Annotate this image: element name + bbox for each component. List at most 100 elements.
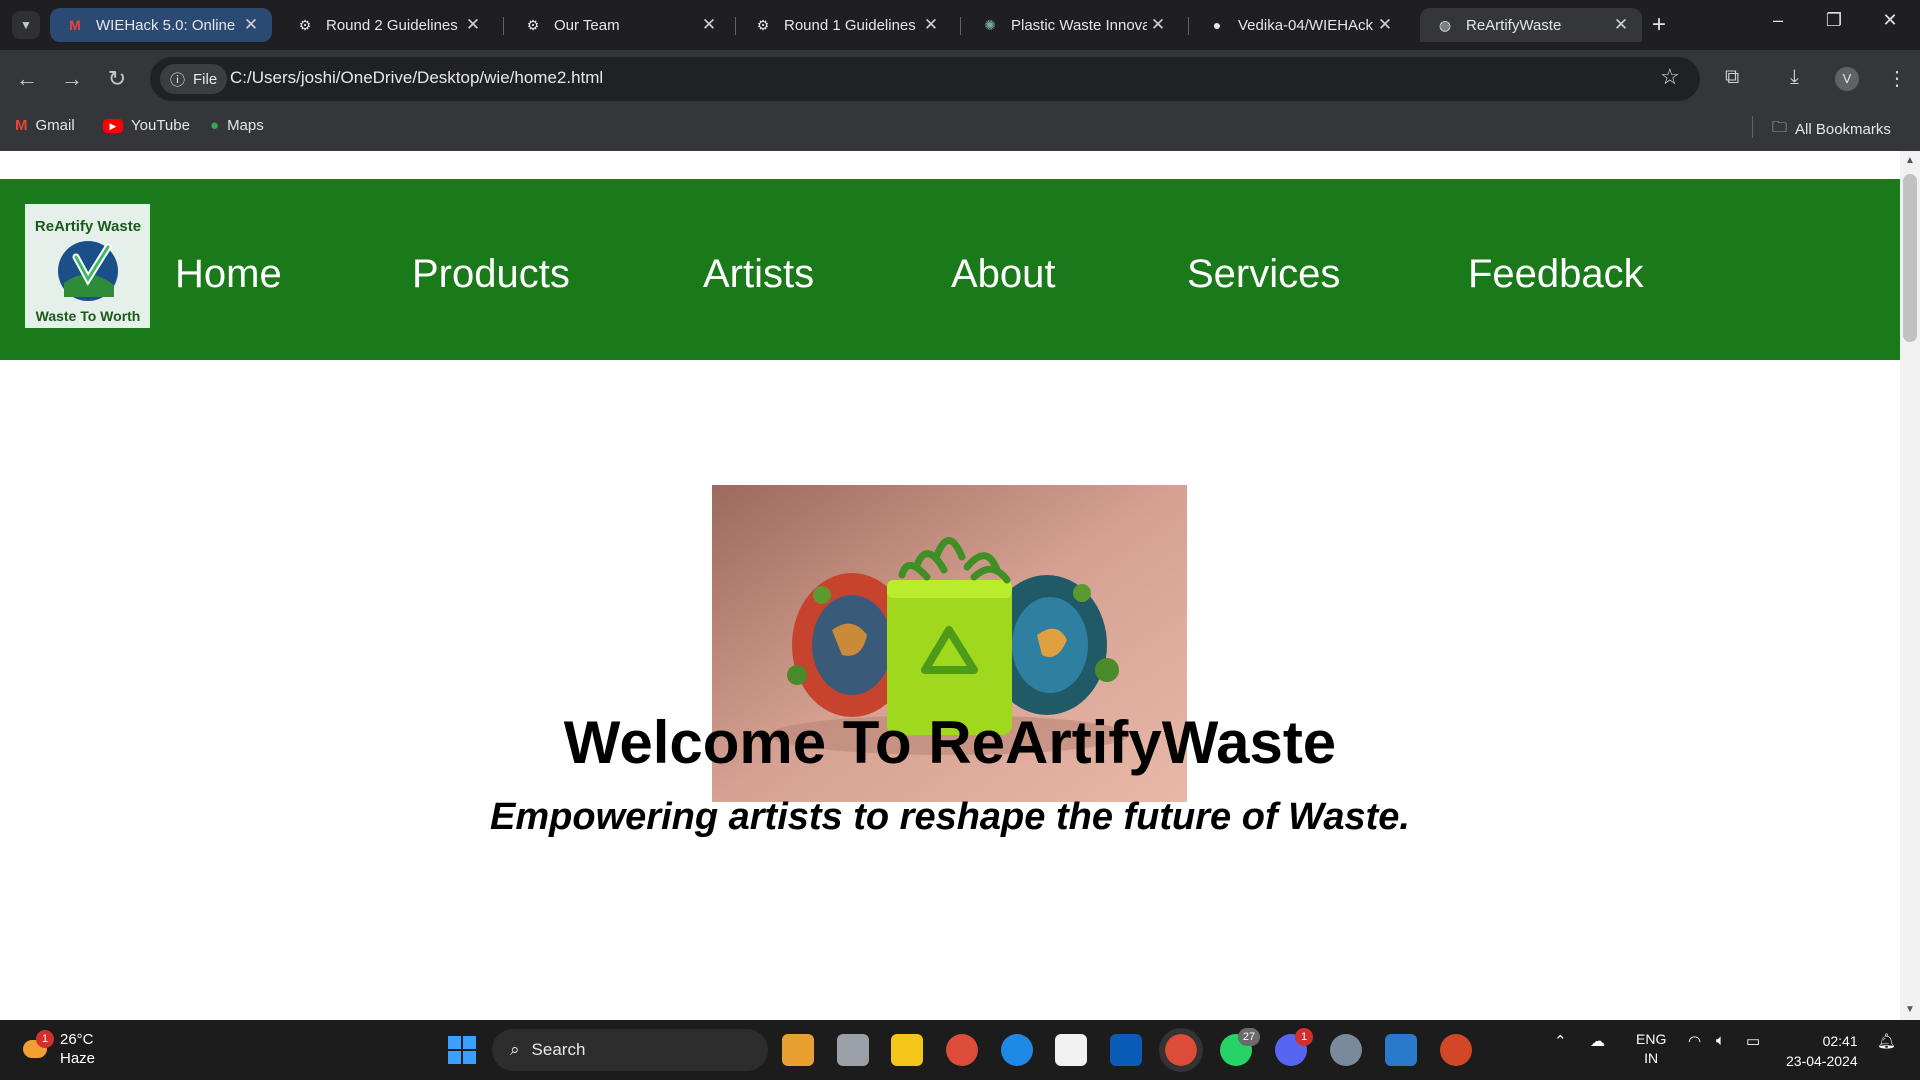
site-info-chip[interactable]: ⓘ File bbox=[160, 64, 228, 94]
scroll-up-icon[interactable]: ▲ bbox=[1904, 155, 1916, 167]
tab-our-team[interactable]: ⚙ Our Team ✕ bbox=[508, 8, 730, 42]
weather-badge: 1 bbox=[36, 1030, 54, 1048]
weather-desc: Haze bbox=[60, 1050, 96, 1067]
close-icon[interactable]: ✕ bbox=[920, 15, 942, 35]
nav-products[interactable]: Products bbox=[412, 252, 570, 297]
close-icon[interactable]: ✕ bbox=[1374, 15, 1396, 35]
weather-widget[interactable]: 1 26°C Haze bbox=[20, 1030, 95, 1068]
nav-feedback[interactable]: Feedback bbox=[1468, 252, 1644, 297]
close-icon[interactable]: ✕ bbox=[462, 15, 484, 35]
powerpoint-icon[interactable] bbox=[1440, 1034, 1472, 1066]
back-icon[interactable]: ← bbox=[12, 64, 42, 94]
battery-icon[interactable]: ▭ bbox=[1746, 1032, 1760, 1050]
bookmark-label: Maps bbox=[227, 117, 264, 134]
tab-title: Vedika-04/WIEHAck bbox=[1238, 16, 1374, 34]
new-tab-button[interactable]: + bbox=[1652, 11, 1666, 39]
bookmark-label: YouTube bbox=[131, 117, 190, 134]
extensions-icon[interactable]: ⧉ bbox=[1725, 66, 1739, 89]
clock-time: 02:41 bbox=[1822, 1033, 1858, 1049]
tab-divider bbox=[503, 17, 504, 35]
nav-about[interactable]: About bbox=[951, 252, 1056, 297]
tab-strip: ▼ M WIEHack 5.0: Online ✕ ⚙ Round 2 Guid… bbox=[0, 0, 1920, 50]
minimize-icon[interactable]: – bbox=[1758, 10, 1798, 31]
welcome-heading: Welcome To ReArtifyWaste bbox=[563, 709, 1337, 776]
tab-divider bbox=[735, 17, 736, 35]
discord-badge: 1 bbox=[1295, 1028, 1313, 1046]
close-icon[interactable]: ✕ bbox=[1610, 15, 1632, 35]
tagline: Empowering artists to reshape the future… bbox=[490, 796, 1410, 838]
web-page: ReArtify Waste Waste To Worth Home Produ… bbox=[0, 151, 1900, 1020]
weather-icon: 1 bbox=[20, 1030, 54, 1064]
tab-divider bbox=[1188, 17, 1189, 35]
wifi-icon[interactable]: ◠ bbox=[1688, 1032, 1701, 1050]
tab-wiehack[interactable]: M WIEHack 5.0: Online ✕ bbox=[50, 8, 272, 42]
profile-avatar[interactable]: V bbox=[1835, 67, 1859, 91]
logo-top-text: ReArtify Waste bbox=[35, 218, 141, 235]
close-icon[interactable]: ✕ bbox=[240, 15, 262, 35]
tab-title: Round 2 Guidelines bbox=[326, 16, 458, 34]
tab-github[interactable]: ● Vedika-04/WIEHAck ✕ bbox=[1192, 8, 1406, 42]
logo-bottom-text: Waste To Worth bbox=[36, 308, 141, 324]
github-icon: ● bbox=[1212, 17, 1222, 33]
all-bookmarks-button[interactable]: 🗀 All Bookmarks bbox=[1772, 117, 1891, 142]
youtube-icon: ▶ bbox=[103, 118, 123, 133]
system-clock[interactable]: 02:41 23-04-2024 bbox=[1786, 1031, 1858, 1071]
chrome-icon[interactable] bbox=[946, 1034, 978, 1066]
menu-icon[interactable]: ⋮ bbox=[1887, 66, 1907, 91]
bookmark-label: Gmail bbox=[35, 117, 75, 134]
forward-icon[interactable]: → bbox=[57, 64, 87, 94]
close-icon[interactable]: ✕ bbox=[698, 15, 720, 35]
unstop-icon: ⚙ bbox=[756, 16, 770, 33]
tab-round2[interactable]: ⚙ Round 2 Guidelines ✕ bbox=[280, 8, 494, 42]
notification-bell-icon[interactable]: 🔔︎ bbox=[1877, 1032, 1896, 1050]
reload-icon[interactable]: ↻ bbox=[102, 64, 132, 94]
close-icon[interactable]: ✕ bbox=[1147, 15, 1169, 35]
tab-search-button[interactable]: ▼ bbox=[12, 11, 40, 39]
tab-round1[interactable]: ⚙ Round 1 Guidelines ✕ bbox=[738, 8, 952, 42]
gmail-icon: M bbox=[15, 117, 28, 134]
chatgpt-icon: ✺ bbox=[984, 16, 996, 33]
bookmark-star-icon[interactable]: ☆ bbox=[1660, 64, 1680, 90]
nav-home[interactable]: Home bbox=[175, 252, 282, 297]
site-logo[interactable]: ReArtify Waste Waste To Worth bbox=[25, 204, 150, 328]
bookmarks-bar bbox=[0, 108, 1920, 151]
restore-icon[interactable]: ❐ bbox=[1814, 10, 1854, 31]
edge-icon[interactable] bbox=[1001, 1034, 1033, 1066]
scrollbar-thumb[interactable] bbox=[1903, 174, 1917, 342]
weather-temp: 26°C bbox=[60, 1031, 94, 1048]
close-window-icon[interactable]: ✕ bbox=[1870, 10, 1910, 31]
onedrive-icon[interactable]: ☁ bbox=[1590, 1032, 1605, 1050]
tab-reartifywaste[interactable]: ◍ ReArtifyWaste ✕ bbox=[1420, 8, 1642, 42]
tab-plastic-waste[interactable]: ✺ Plastic Waste Innova ✕ bbox=[965, 8, 1179, 42]
chrome-active-icon[interactable] bbox=[1159, 1028, 1203, 1072]
vscode-icon[interactable] bbox=[1385, 1034, 1417, 1066]
search-icon: ⌕ bbox=[510, 1040, 520, 1059]
nav-services[interactable]: Services bbox=[1187, 252, 1340, 297]
gmail-icon: M bbox=[69, 17, 81, 33]
search-placeholder: Search bbox=[531, 1040, 586, 1059]
tab-divider bbox=[960, 17, 961, 35]
task-view-icon[interactable] bbox=[837, 1034, 869, 1066]
copilot-icon[interactable] bbox=[782, 1034, 814, 1066]
start-windows-icon[interactable] bbox=[446, 1034, 478, 1066]
show-hidden-icons-icon[interactable]: ⌃ bbox=[1554, 1032, 1567, 1050]
tab-title: Our Team bbox=[554, 16, 620, 34]
scroll-down-icon[interactable]: ▼ bbox=[1904, 1004, 1916, 1016]
download-icon[interactable]: ⤓ bbox=[1790, 66, 1799, 89]
taskbar-search[interactable]: ⌕ Search bbox=[492, 1029, 768, 1071]
language-indicator[interactable]: ENG IN bbox=[1636, 1030, 1666, 1068]
dell-icon[interactable] bbox=[1110, 1034, 1142, 1066]
tab-title: Round 1 Guidelines bbox=[784, 16, 916, 34]
bookmark-youtube[interactable]: ▶ YouTube bbox=[103, 117, 190, 134]
bookmark-maps[interactable]: ● Maps bbox=[210, 117, 264, 134]
tab-title: Plastic Waste Innova bbox=[1011, 16, 1147, 34]
lang-top: ENG bbox=[1636, 1031, 1667, 1047]
volume-icon[interactable]: 🔈︎ bbox=[1716, 1032, 1725, 1049]
url-text[interactable]: C:/Users/joshi/OneDrive/Desktop/wie/home… bbox=[230, 68, 603, 88]
settings-icon[interactable] bbox=[1330, 1034, 1362, 1066]
file-explorer-icon[interactable] bbox=[891, 1034, 923, 1066]
nav-artists[interactable]: Artists bbox=[703, 252, 814, 297]
bookmark-gmail[interactable]: M Gmail bbox=[15, 117, 75, 134]
microsoft-store-icon[interactable] bbox=[1055, 1034, 1087, 1066]
lang-bottom: IN bbox=[1644, 1050, 1659, 1066]
